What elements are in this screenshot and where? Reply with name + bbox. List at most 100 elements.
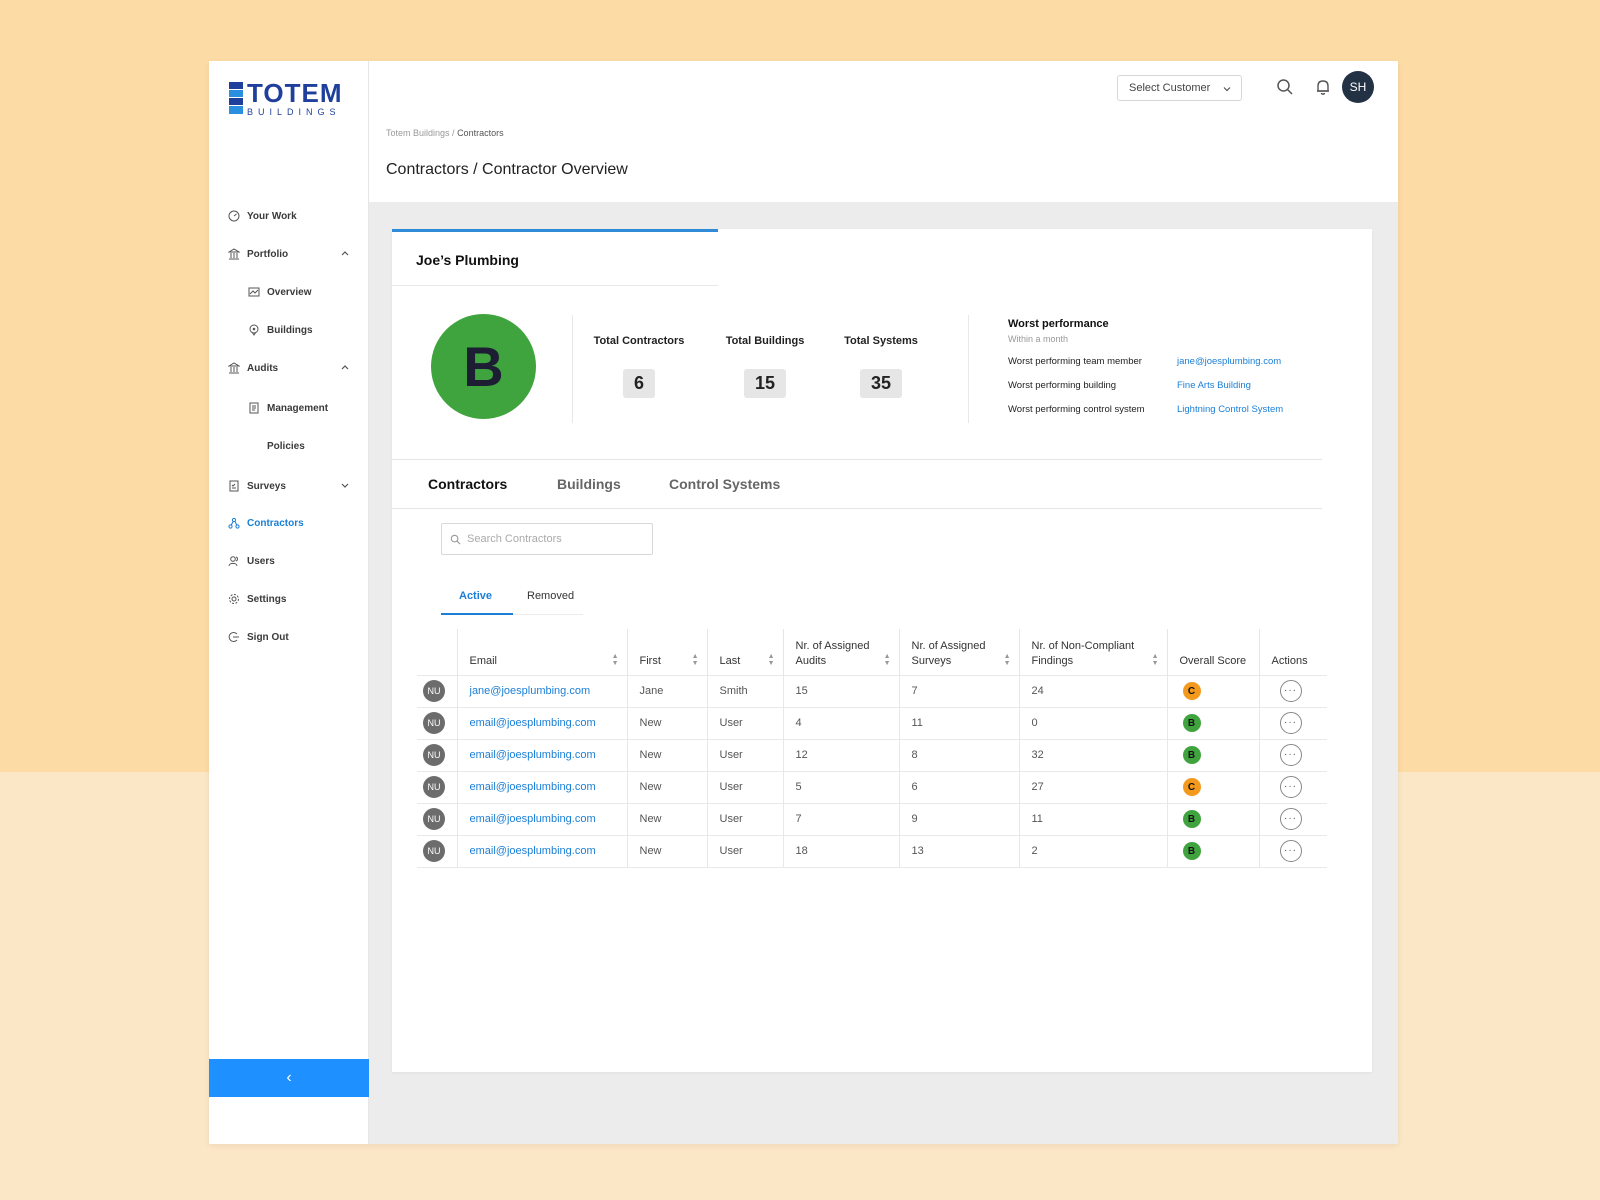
network-icon: [227, 516, 241, 530]
sidebar-item-label: Your Work: [247, 210, 297, 222]
more-actions-icon[interactable]: ···: [1279, 808, 1302, 830]
column-assigned-surveys[interactable]: Nr. of Assigned Surveys ▲ ▼: [898, 629, 1019, 675]
survey-icon: [227, 479, 241, 493]
table-row[interactable]: NU email@joesplumbing.com New User 4 11 …: [417, 706, 1327, 739]
worst-building-link[interactable]: Fine Arts Building: [1177, 380, 1251, 391]
chevron-left-icon: ‹: [286, 1069, 292, 1086]
row-non-compliant-findings: 27: [1018, 770, 1167, 803]
sort-icon[interactable]: ▲ ▼: [612, 653, 619, 667]
row-email-link[interactable]: email@joesplumbing.com: [456, 738, 627, 771]
company-tab[interactable]: Joe’s Plumbing: [392, 229, 718, 286]
sidebar-item-label: Overview: [267, 286, 312, 298]
row-email-link[interactable]: email@joesplumbing.com: [456, 770, 627, 803]
sidebar-item-label: Audits: [247, 362, 279, 374]
row-email-link[interactable]: jane@joesplumbing.com: [456, 674, 627, 707]
more-actions-icon[interactable]: ···: [1279, 744, 1302, 766]
tab-control-systems[interactable]: Control Systems: [669, 476, 780, 492]
sidebar-item-overview[interactable]: Overview: [247, 281, 371, 303]
sidebar-item-label: Surveys: [247, 480, 286, 492]
totem-logo[interactable]: TOTEM BUILDINGS: [229, 79, 343, 117]
search-contractors-input[interactable]: [467, 533, 637, 545]
sidebar-item-your-work[interactable]: Your Work: [227, 205, 351, 227]
overall-grade-badge: B: [431, 314, 536, 419]
search-icon[interactable]: [1275, 77, 1295, 97]
column-last[interactable]: Last ▲ ▼: [706, 629, 783, 675]
table-row[interactable]: NU email@joesplumbing.com New User 12 8 …: [417, 738, 1327, 771]
collapse-sidebar-button[interactable]: ‹: [209, 1059, 369, 1097]
column-assigned-audits[interactable]: Nr. of Assigned Audits ▲ ▼: [782, 629, 899, 675]
worst-performance-title: Worst performance: [1008, 318, 1109, 330]
column-non-compliant-findings[interactable]: Nr. of Non-Compliant Findings ▲ ▼: [1018, 629, 1167, 675]
sidebar-item-contractors[interactable]: Contractors: [227, 512, 351, 534]
divider: [392, 508, 1322, 509]
subtab-active[interactable]: Active: [459, 590, 492, 602]
sidebar-item-policies[interactable]: Policies: [247, 435, 371, 457]
sidebar-item-surveys[interactable]: Surveys: [227, 475, 351, 497]
row-email-link[interactable]: email@joesplumbing.com: [456, 802, 627, 835]
stat-label: Total Contractors: [593, 335, 685, 347]
sidebar-item-sign-out[interactable]: Sign Out: [227, 626, 351, 648]
sidebar-item-label: Policies: [267, 440, 305, 452]
row-assigned-audits: 4: [782, 706, 899, 739]
stat-value: 6: [622, 369, 655, 398]
sort-icon[interactable]: ▲ ▼: [1152, 653, 1159, 667]
chart-icon: [247, 285, 261, 299]
breadcrumb-current: Contractors: [457, 128, 504, 138]
row-last-name: User: [706, 706, 783, 739]
worst-control-system-link[interactable]: Lightning Control System: [1177, 404, 1283, 415]
column-label: First: [639, 654, 661, 667]
table-row[interactable]: NU email@joesplumbing.com New User 18 13…: [417, 834, 1327, 868]
sort-icon[interactable]: ▲ ▼: [692, 653, 699, 667]
worst-team-member-label: Worst performing team member: [1008, 356, 1142, 367]
sidebar-item-label: Settings: [247, 593, 287, 605]
sidebar-item-audits[interactable]: Audits: [227, 357, 351, 379]
sidebar-item-settings[interactable]: Settings: [227, 588, 351, 610]
column-first[interactable]: First ▲ ▼: [626, 629, 707, 675]
active-subtab-indicator: [441, 613, 513, 615]
table-row[interactable]: NU email@joesplumbing.com New User 7 9 1…: [417, 802, 1327, 835]
sort-icon[interactable]: ▲ ▼: [884, 653, 891, 667]
sidebar-item-users[interactable]: Users: [227, 550, 351, 572]
tab-contractors[interactable]: Contractors: [428, 476, 507, 492]
row-email-link[interactable]: email@joesplumbing.com: [456, 706, 627, 739]
users-icon: [227, 554, 241, 568]
bank-icon: [227, 361, 241, 375]
subtab-removed[interactable]: Removed: [527, 590, 574, 602]
column-label: Nr. of Assigned Audits: [795, 639, 870, 667]
row-assigned-surveys: 6: [898, 770, 1019, 803]
contractor-overview-card: Joe’s Plumbing B Total Contractors 6 Tot…: [392, 229, 1372, 1072]
more-actions-icon[interactable]: ···: [1279, 776, 1302, 798]
more-actions-icon[interactable]: ···: [1279, 840, 1302, 862]
sidebar-item-portfolio[interactable]: Portfolio: [227, 243, 351, 265]
sidebar-item-management[interactable]: Management: [247, 397, 371, 419]
select-customer-dropdown[interactable]: Select Customer: [1117, 75, 1242, 101]
row-avatar: NU: [423, 680, 445, 702]
bell-icon[interactable]: [1313, 77, 1333, 97]
divider: [968, 315, 969, 423]
chevron-up-icon[interactable]: [339, 361, 351, 373]
search-contractors-field[interactable]: [441, 523, 653, 555]
chevron-down-icon[interactable]: [339, 479, 351, 491]
chevron-up-icon[interactable]: [339, 247, 351, 259]
sort-icon[interactable]: ▲ ▼: [1004, 653, 1011, 667]
bank-icon: [227, 247, 241, 261]
column-email[interactable]: Email ▲ ▼: [456, 629, 627, 675]
row-last-name: User: [706, 802, 783, 835]
stat-label: Total Buildings: [725, 335, 805, 347]
user-avatar[interactable]: SH: [1342, 71, 1374, 103]
sort-icon[interactable]: ▲ ▼: [768, 653, 775, 667]
worst-team-member-link[interactable]: jane@joesplumbing.com: [1177, 356, 1281, 367]
more-actions-icon[interactable]: ···: [1279, 680, 1302, 702]
table-row[interactable]: NU email@joesplumbing.com New User 5 6 2…: [417, 770, 1327, 803]
row-first-name: New: [626, 706, 707, 739]
row-non-compliant-findings: 32: [1018, 738, 1167, 771]
table-row[interactable]: NU jane@joesplumbing.com Jane Smith 15 7…: [417, 674, 1327, 707]
column-label: Nr. of Non-Compliant Findings: [1031, 639, 1135, 667]
breadcrumb-root[interactable]: Totem Buildings: [386, 128, 450, 138]
sidebar-item-buildings[interactable]: Buildings: [247, 319, 371, 341]
logo-mark-icon: [229, 82, 243, 114]
tab-buildings[interactable]: Buildings: [557, 476, 621, 492]
stat-value: 15: [743, 369, 787, 398]
more-actions-icon[interactable]: ···: [1279, 712, 1302, 734]
row-email-link[interactable]: email@joesplumbing.com: [456, 834, 627, 868]
